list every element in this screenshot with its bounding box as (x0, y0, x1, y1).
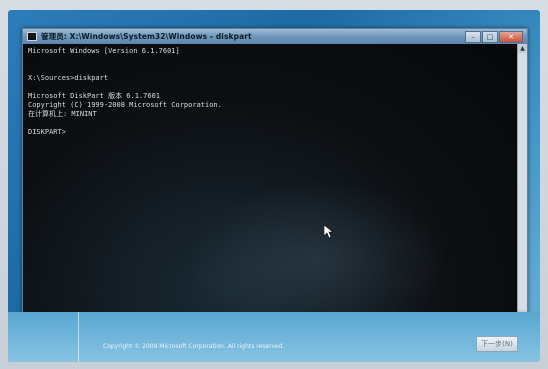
maximize-button[interactable]: □ (482, 31, 498, 43)
command-prompt-window[interactable]: 管理员: X:\Windows\System32\Windows - diskp… (22, 28, 528, 320)
cmd-icon (27, 32, 37, 41)
console-line: 在计算机上: MININT (28, 110, 97, 118)
title-bar[interactable]: 管理员: X:\Windows\System32\Windows - diskp… (23, 29, 527, 44)
photo-frame: 管理员: X:\Windows\System32\Windows - diskp… (0, 0, 548, 369)
scroll-up-icon[interactable]: ▲ (518, 44, 527, 53)
console-output[interactable]: Microsoft Windows [Version 6.1.7601] X:\… (23, 44, 527, 318)
console-line: Microsoft Windows [Version 6.1.7601] (28, 47, 180, 55)
next-button[interactable]: 下一步(N) (476, 336, 518, 352)
console-line: X:\Sources>diskpart (28, 74, 109, 82)
console-line: Microsoft DiskPart 版本 6.1.7601 (28, 92, 161, 100)
minimize-button[interactable]: – (465, 31, 481, 43)
windows-setup-screen: 管理员: X:\Windows\System32\Windows - diskp… (8, 10, 540, 362)
command-prompt-line[interactable]: DISKPART> (28, 128, 522, 137)
copyright-text: Copyright © 2009 Microsoft Corporation. … (103, 343, 285, 350)
vertical-scrollbar[interactable]: ▲ ▼ (517, 44, 527, 319)
setup-footer: Copyright © 2009 Microsoft Corporation. … (8, 312, 540, 362)
footer-divider (78, 312, 79, 362)
window-title: 管理员: X:\Windows\System32\Windows - diskp… (41, 32, 252, 41)
close-button[interactable]: ✕ (499, 31, 523, 43)
window-controls: – □ ✕ (465, 31, 523, 43)
console-line: Copyright (C) 1999-2008 Microsoft Corpor… (28, 101, 222, 109)
